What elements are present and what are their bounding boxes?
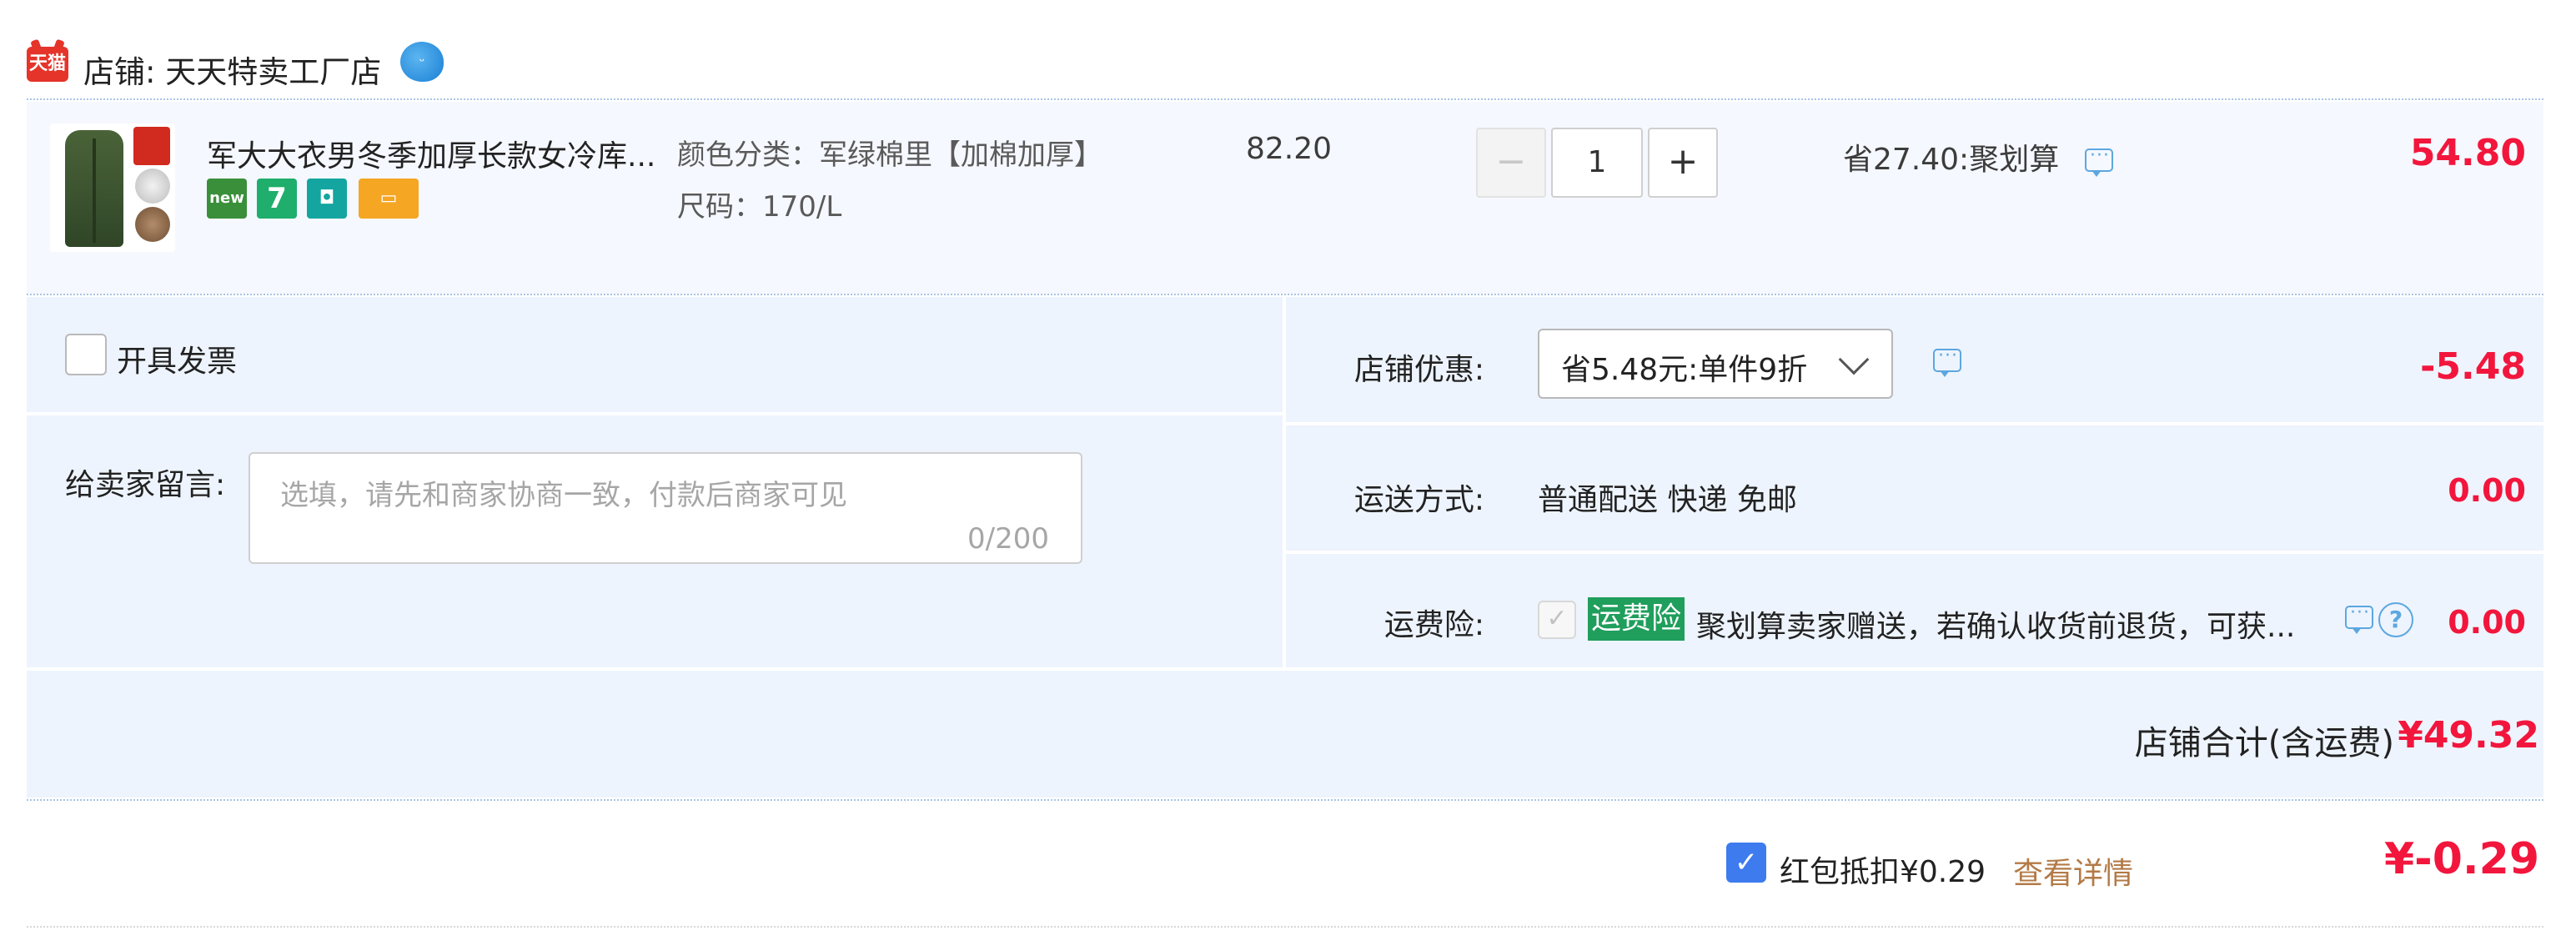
bag-service-icon: ◘ <box>307 179 347 219</box>
shop-total-value: ¥49.32 <box>2398 714 2539 757</box>
message-placeholder: 选填，请先和商家协商一致，付款后商家可见 <box>280 479 847 512</box>
insurance-description: 聚划算卖家赠送，若确认收货前退货，可获... <box>1696 610 2296 644</box>
red-packet-value: ¥-0.29 <box>2383 834 2539 884</box>
help-icon[interactable]: ? <box>2378 602 2413 637</box>
shop-name[interactable]: 店铺: 天天特卖工厂店 <box>83 47 381 92</box>
red-packet-checkbox[interactable]: ✓ <box>1726 843 1766 883</box>
insurance-value: 0.00 <box>2448 604 2526 641</box>
promo-save-text: 省27.40:聚划算 <box>1843 143 2060 177</box>
shop-discount-label: 店铺优惠: <box>1353 353 1484 387</box>
invoice-checkbox[interactable] <box>65 334 107 375</box>
product-title[interactable]: 军大大衣男冬季加厚长款女冷库... <box>207 132 674 175</box>
message-char-count: 0/200 <box>967 522 1049 556</box>
quantity-input[interactable]: 1 <box>1551 128 1643 198</box>
product-thumbnail[interactable] <box>50 123 175 252</box>
divider <box>27 294 2543 295</box>
insurance-comment-icon[interactable] <box>2345 602 2373 634</box>
sku-color: 颜色分类：军绿棉里【加棉加厚】 <box>677 138 1102 172</box>
shop-total-label: 店铺合计(含运费) <box>2134 724 2394 762</box>
insurance-label: 运费险: <box>1383 608 1484 642</box>
new-badge-icon: new <box>207 179 247 219</box>
tmall-logo: 天猫 <box>27 47 68 82</box>
coat-image <box>65 130 123 247</box>
seven-day-return-icon: 7 <box>257 179 297 219</box>
red-packet-detail-link[interactable]: 查看详情 <box>2013 849 2133 893</box>
divider <box>27 926 2543 928</box>
divider <box>27 799 2543 801</box>
divider <box>27 98 2543 100</box>
unit-price: 82.20 <box>1246 132 1333 166</box>
red-packet-label[interactable]: 红包抵扣¥0.29 <box>1780 848 1986 891</box>
promo-comment-icon[interactable] <box>2085 145 2113 177</box>
shipping-label: 运送方式: <box>1353 483 1484 517</box>
shipping-value: 0.00 <box>2448 472 2526 509</box>
wangwang-chat-icon[interactable]: ᵕ <box>400 42 444 82</box>
lining-swatch-image <box>135 207 170 242</box>
quantity-increase-button[interactable]: + <box>1648 128 1718 198</box>
quantity-decrease-button[interactable]: − <box>1476 128 1546 198</box>
shipping-method: 普通配送 快递 免邮 <box>1538 483 1797 517</box>
insurance-checkbox[interactable]: ✓ <box>1538 601 1576 639</box>
item-total-price: 54.80 <box>2409 132 2526 174</box>
fabric-swatch-image <box>135 169 170 204</box>
message-label: 给卖家留言: <box>65 468 226 502</box>
sku-size: 尺码：170/L <box>677 190 842 224</box>
invoice-label[interactable]: 开具发票 <box>117 337 237 380</box>
shop-discount-selected[interactable]: 省5.48元:单件9折 <box>1561 345 1807 389</box>
insurance-tag: 运费险 <box>1588 597 1685 641</box>
discount-comment-icon[interactable] <box>1933 345 1961 377</box>
shop-discount-value: -5.48 <box>2420 345 2526 388</box>
card-payment-icon: ▭ <box>359 179 419 219</box>
promo-tag-image <box>133 127 170 165</box>
